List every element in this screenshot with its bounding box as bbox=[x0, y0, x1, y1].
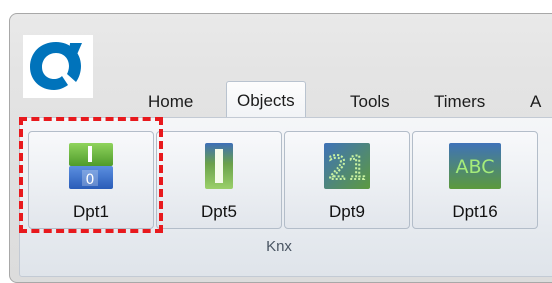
svg-text:0: 0 bbox=[86, 172, 95, 188]
tab-home[interactable]: Home bbox=[138, 84, 203, 118]
text-abc-icon: ABC bbox=[446, 137, 504, 195]
dpt9-label: Dpt9 bbox=[329, 202, 365, 221]
tab-tools[interactable]: Tools bbox=[340, 84, 400, 118]
dpt1-button[interactable]: 0 Dpt1 bbox=[28, 131, 154, 229]
svg-text:21: 21 bbox=[328, 149, 367, 187]
group-label-knx: Knx bbox=[266, 238, 292, 255]
dpt5-label: Dpt5 bbox=[201, 202, 237, 221]
dpt16-label: Dpt16 bbox=[452, 202, 498, 221]
switch-1-0-icon: 0 bbox=[62, 137, 120, 195]
tab-timers[interactable]: Timers bbox=[424, 84, 495, 118]
app-logo[interactable] bbox=[23, 35, 93, 98]
logo-icon bbox=[30, 42, 82, 90]
dpt9-button[interactable]: 21 Dpt9 bbox=[284, 131, 410, 229]
number-21-icon: 21 bbox=[318, 137, 376, 195]
tab-partial[interactable]: A bbox=[520, 84, 551, 118]
dpt16-button[interactable]: ABC Dpt16 bbox=[412, 131, 538, 229]
dpt1-label: Dpt1 bbox=[73, 202, 109, 221]
tab-objects[interactable]: Objects bbox=[226, 81, 306, 117]
vertical-bar-icon bbox=[190, 137, 248, 195]
svg-text:ABC: ABC bbox=[456, 156, 495, 178]
dpt5-button[interactable]: Dpt5 bbox=[156, 131, 282, 229]
